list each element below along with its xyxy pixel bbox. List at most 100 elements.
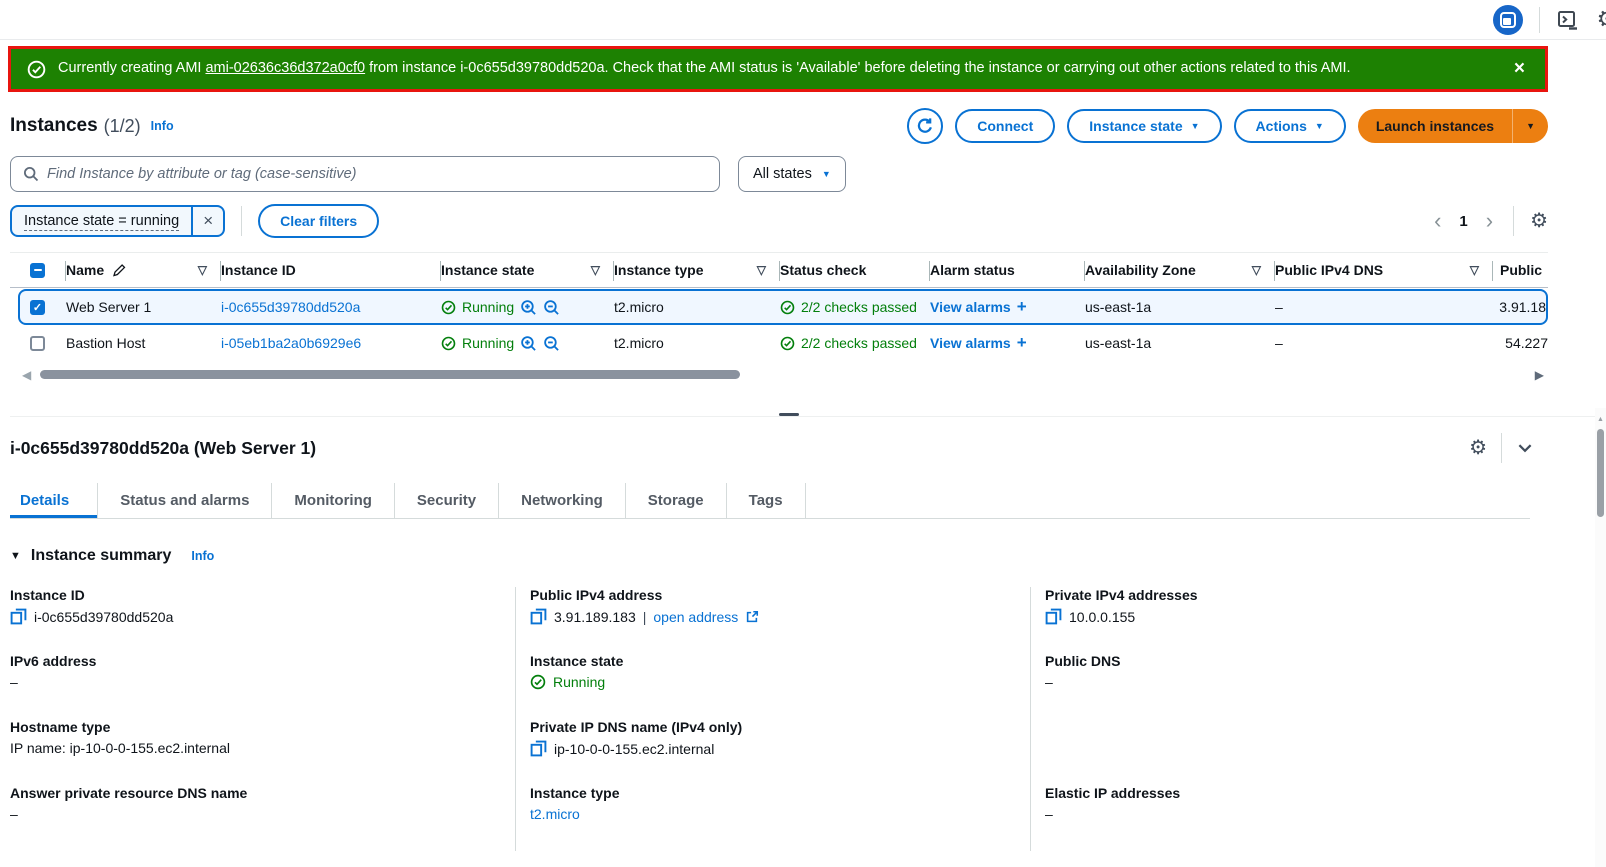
filter-caret-icon[interactable]: ▽ [1252,263,1261,277]
running-state-icon [441,300,456,315]
caret-down-icon: ▼ [822,170,831,179]
zoom-in-icon[interactable] [520,299,537,316]
scroll-left-icon[interactable]: ◀ [22,368,31,382]
copy-icon[interactable] [10,608,27,625]
row-checkbox[interactable] [30,336,66,351]
zoom-in-icon[interactable] [520,335,537,352]
prev-page-icon[interactable]: ‹ [1430,210,1445,232]
copy-icon[interactable] [530,740,547,757]
filter-caret-icon[interactable]: ▽ [1470,263,1479,277]
row-checkbox[interactable] [30,300,66,315]
view-alarms-link[interactable]: View alarms [930,335,1011,351]
filter-token-remove-icon[interactable]: × [191,207,223,235]
field-label: IPv6 address [10,653,515,669]
instance-state-button[interactable]: Instance state▼ [1067,109,1221,143]
tab-tags[interactable]: Tags [726,483,806,518]
public-dns-value: – [1275,299,1493,315]
field-label: Answer private resource DNS name [10,785,515,801]
zoom-out-icon[interactable] [543,335,560,352]
collapse-panel-icon[interactable] [1516,439,1534,457]
launch-instances-menu[interactable]: ▼ [1512,109,1548,143]
instance-state-value: Running [462,335,514,351]
browser-settings-icon[interactable]: ⚙ [1596,8,1606,32]
search-box[interactable] [10,156,720,192]
tab-monitoring[interactable]: Monitoring [271,483,393,518]
tab-security[interactable]: Security [394,483,498,518]
filter-caret-icon[interactable]: ▽ [591,263,600,277]
tab-networking[interactable]: Networking [498,483,625,518]
banner-close-icon[interactable]: × [1510,58,1529,80]
field-label: Private IP DNS name (IPv4 only) [530,719,1030,735]
open-address-link[interactable]: open address [653,609,738,625]
column-header-availability-zone[interactable]: Availability Zone▽ [1085,253,1275,287]
field-label: Private IPv4 addresses [1045,587,1606,603]
instance-name: Web Server 1 [66,299,221,315]
instance-id-link[interactable]: i-05eb1ba2a0b6929e6 [221,335,361,351]
divider [241,206,242,236]
info-link[interactable]: Info [151,119,174,133]
zoom-out-icon[interactable] [543,299,560,316]
column-header-instance-type[interactable]: Instance type▽ [614,253,780,287]
scroll-up-icon[interactable]: ▲ [1595,416,1606,423]
states-dropdown[interactable]: All states ▼ [738,156,846,192]
next-page-icon[interactable]: › [1482,210,1497,232]
section-collapse-icon[interactable]: ▼ [10,550,21,562]
availability-zone-value: us-east-1a [1085,299,1275,315]
copy-icon[interactable] [530,608,547,625]
tab-details[interactable]: Details [10,483,97,518]
public-dns-value: – [1275,335,1493,351]
tab-storage[interactable]: Storage [625,483,726,518]
running-state-icon [441,336,456,351]
horizontal-scrollbar-thumb[interactable] [40,370,740,379]
hostname-type-value: IP name: ip-10-0-0-155.ec2.internal [10,740,230,756]
table-row-selected[interactable]: Web Server 1 i-0c655d39780dd520a Running… [18,289,1548,325]
actions-button[interactable]: Actions▼ [1234,109,1346,143]
column-header-name[interactable]: Name ▽ [66,253,221,287]
connect-button[interactable]: Connect [955,109,1055,143]
vertical-scrollbar-thumb[interactable] [1597,429,1604,517]
column-header-public-ipv4-dns[interactable]: Public IPv4 DNS▽ [1275,253,1493,287]
running-state-icon [530,674,546,690]
filter-caret-icon[interactable]: ▽ [757,263,766,277]
table-settings-icon[interactable]: ⚙ [1530,211,1548,231]
clear-filters-button[interactable]: Clear filters [258,204,379,238]
copy-icon[interactable] [1045,608,1062,625]
select-all-checkbox[interactable] [30,253,66,287]
column-header-instance-state[interactable]: Instance state▽ [441,253,614,287]
refresh-button[interactable] [907,108,943,144]
view-alarms-link[interactable]: View alarms [930,299,1011,315]
annotation-highlight: Currently creating AMI ami-02636c36d372a… [8,46,1548,92]
instance-id-link[interactable]: i-0c655d39780dd520a [221,299,360,315]
banner-text-prefix: Currently creating AMI [58,60,205,76]
add-alarm-icon[interactable]: + [1017,333,1027,353]
extension-icon[interactable] [1493,5,1523,35]
cloudshell-icon[interactable] [1556,8,1580,32]
table-row[interactable]: Bastion Host i-05eb1ba2a0b6929e6 Running… [10,326,1548,360]
edit-name-icon[interactable] [112,263,126,277]
details-settings-icon[interactable]: ⚙ [1469,438,1487,458]
info-link[interactable]: Info [191,549,214,563]
filter-caret-icon[interactable]: ▽ [198,263,207,277]
ami-link[interactable]: ami-02636c36d372a0cf0 [205,60,365,76]
add-alarm-icon[interactable]: + [1017,297,1027,317]
tab-status-and-alarms[interactable]: Status and alarms [97,483,271,518]
pagination: ‹ 1 › ⚙ [1430,206,1548,236]
panel-drag-handle[interactable] [779,413,799,416]
current-page[interactable]: 1 [1459,213,1467,230]
filter-token[interactable]: Instance state = running × [10,205,225,237]
public-dns-value: – [1045,674,1053,690]
summary-column-2: Public IPv4 address 3.91.189.183 | open … [515,587,1030,851]
instance-id-value: i-0c655d39780dd520a [34,609,173,625]
private-resource-dns-value: – [10,806,18,822]
details-tabs: Details Status and alarms Monitoring Sec… [10,483,1530,519]
column-header-status-check: Status check [780,253,930,287]
scroll-right-icon[interactable]: ▶ [1535,368,1544,382]
table-header-row: Name ▽ Instance ID Instance state▽ Insta… [10,252,1548,288]
launch-instances-button[interactable]: Launch instances ▼ [1358,109,1548,143]
public-ip-value: 54.227 [1493,335,1548,351]
launch-instances-label[interactable]: Launch instances [1358,118,1512,134]
instance-type-link[interactable]: t2.micro [530,806,580,822]
summary-column-1: Instance ID i-0c655d39780dd520a IPv6 add… [10,587,515,851]
search-input[interactable] [47,166,707,182]
instance-name: Bastion Host [66,335,221,351]
